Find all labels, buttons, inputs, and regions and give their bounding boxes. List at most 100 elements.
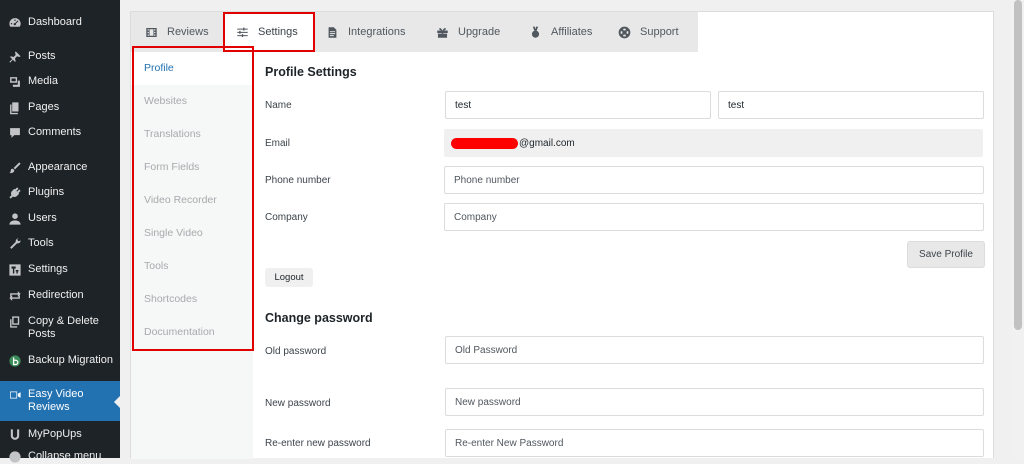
menu-item-mypopups[interactable]: MyPopUps: [0, 428, 120, 442]
menu-label: Backup Migration: [28, 354, 113, 366]
subnav-websites[interactable]: Websites: [131, 85, 253, 118]
user-icon: [8, 212, 22, 226]
dashboard-icon: [8, 16, 22, 30]
collapse-icon: [8, 450, 22, 464]
tab-label: Support: [640, 26, 679, 38]
email-redaction-mark: [451, 137, 518, 149]
menu-label: MyPopUps: [28, 428, 82, 440]
old-password-label: Old password: [265, 346, 327, 357]
page-scrollbar[interactable]: [1012, 0, 1024, 458]
sliders-icon: [237, 27, 248, 37]
settings-icon: [8, 263, 22, 277]
old-password-input[interactable]: [445, 336, 984, 364]
menu-label: Dashboard: [28, 16, 82, 28]
first-name-input[interactable]: [445, 91, 711, 119]
menu-label: Pages: [28, 101, 60, 113]
tab-affiliates[interactable]: Affiliates: [529, 12, 592, 52]
menu-item-collapse[interactable]: Collapse menu: [0, 450, 120, 464]
tab-upgrade[interactable]: Upgrade: [436, 12, 500, 52]
company-label: Company: [265, 212, 308, 223]
admin-sidebar: Dashboard Posts Media Pages Comments App…: [0, 0, 122, 463]
menu-label: Redirection: [28, 289, 84, 301]
menu-item-easy-video-reviews[interactable]: Easy Video Reviews: [0, 381, 120, 421]
pages-icon: [8, 101, 22, 115]
menu-item-redirection[interactable]: Redirection: [0, 289, 120, 303]
menu-label: Plugins: [28, 186, 65, 198]
subnav-documentation[interactable]: Documentation: [131, 316, 253, 349]
popup-icon: [8, 428, 22, 442]
menu-item-dashboard[interactable]: Dashboard: [0, 16, 120, 30]
menu-label: Copy & Delete Posts: [28, 315, 99, 340]
new-password-input[interactable]: [445, 388, 984, 416]
menu-label: Tools: [28, 237, 54, 249]
menu-label: Comments: [28, 126, 82, 138]
gift-icon: [437, 27, 448, 38]
brush-icon: [8, 161, 22, 175]
subnav-tools[interactable]: Tools: [131, 250, 253, 283]
menu-item-plugins[interactable]: Plugins: [0, 186, 120, 200]
menu-item-copy-delete-posts[interactable]: Copy & Delete Posts: [0, 315, 120, 341]
email-field: @gmail.com: [444, 129, 983, 157]
film-icon: [146, 27, 157, 37]
menu-label: Appearance: [28, 161, 88, 173]
new-password-label: New password: [265, 398, 331, 409]
tab-label: Settings: [258, 26, 298, 38]
profile-settings-title: Profile Settings: [265, 65, 357, 79]
phone-label: Phone number: [265, 175, 331, 186]
copy-icon: [8, 315, 22, 329]
menu-label: Collapse menu: [28, 450, 102, 462]
menu-item-settings[interactable]: Settings: [0, 263, 120, 277]
subnav-shortcodes[interactable]: Shortcodes: [131, 283, 253, 316]
pin-icon: [8, 50, 22, 64]
scrollbar-thumb[interactable]: [1014, 0, 1022, 330]
tab-label: Upgrade: [458, 26, 501, 38]
logout-button[interactable]: Logout: [265, 268, 313, 287]
menu-label: Settings: [28, 263, 68, 275]
email-domain-text: @gmail.com: [519, 137, 575, 149]
tab-integrations[interactable]: Integrations: [326, 12, 405, 52]
menu-label: Users: [28, 212, 57, 224]
active-menu-arrow: [114, 394, 122, 410]
menu-item-appearance[interactable]: Appearance: [0, 161, 120, 175]
reenter-password-label: Re-enter new password: [265, 438, 371, 449]
menu-item-users[interactable]: Users: [0, 212, 120, 226]
menu-item-media[interactable]: Media: [0, 75, 120, 89]
last-name-input[interactable]: [718, 91, 984, 119]
subnav-video-recorder[interactable]: Video Recorder: [131, 184, 253, 217]
tab-label: Affiliates: [551, 26, 593, 38]
menu-label: Media: [28, 75, 58, 87]
settings-subnav: Profile Websites Translations Form Field…: [131, 52, 253, 459]
menu-item-backup-migration[interactable]: Backup Migration: [0, 354, 120, 368]
company-input[interactable]: [444, 203, 984, 231]
comment-icon: [8, 126, 22, 140]
phone-number-input[interactable]: [444, 166, 984, 194]
tab-label: Reviews: [167, 26, 209, 38]
menu-item-posts[interactable]: Posts: [0, 50, 120, 64]
menu-label: Easy Video Reviews: [28, 388, 84, 413]
menu-item-tools[interactable]: Tools: [0, 237, 120, 251]
change-password-title: Change password: [265, 311, 373, 325]
subnav-profile[interactable]: Profile: [131, 52, 253, 85]
menu-label: Posts: [28, 50, 56, 62]
video-icon: [8, 388, 22, 402]
reenter-password-input[interactable]: [445, 429, 984, 457]
redirect-icon: [8, 289, 22, 303]
subnav-single-video[interactable]: Single Video: [131, 217, 253, 250]
tab-settings[interactable]: Settings: [224, 12, 314, 52]
lifebuoy-icon: [618, 26, 631, 38]
tab-support[interactable]: Support: [618, 12, 679, 52]
email-label: Email: [265, 138, 291, 149]
tab-reviews[interactable]: Reviews: [145, 12, 209, 52]
subnav-translations[interactable]: Translations: [131, 118, 253, 151]
backup-icon: [8, 354, 22, 368]
save-profile-button[interactable]: Save Profile: [907, 241, 985, 268]
wrench-icon: [8, 237, 22, 251]
subnav-form-fields[interactable]: Form Fields: [131, 151, 253, 184]
tab-bar: Reviews Settings Integrations Upgrade Af…: [131, 12, 698, 52]
media-icon: [8, 75, 22, 89]
menu-item-comments[interactable]: Comments: [0, 126, 120, 140]
menu-item-pages[interactable]: Pages: [0, 101, 120, 115]
plugin-panel: Reviews Settings Integrations Upgrade Af…: [130, 11, 994, 459]
tab-label: Integrations: [348, 26, 406, 38]
medal-icon: [531, 26, 540, 38]
